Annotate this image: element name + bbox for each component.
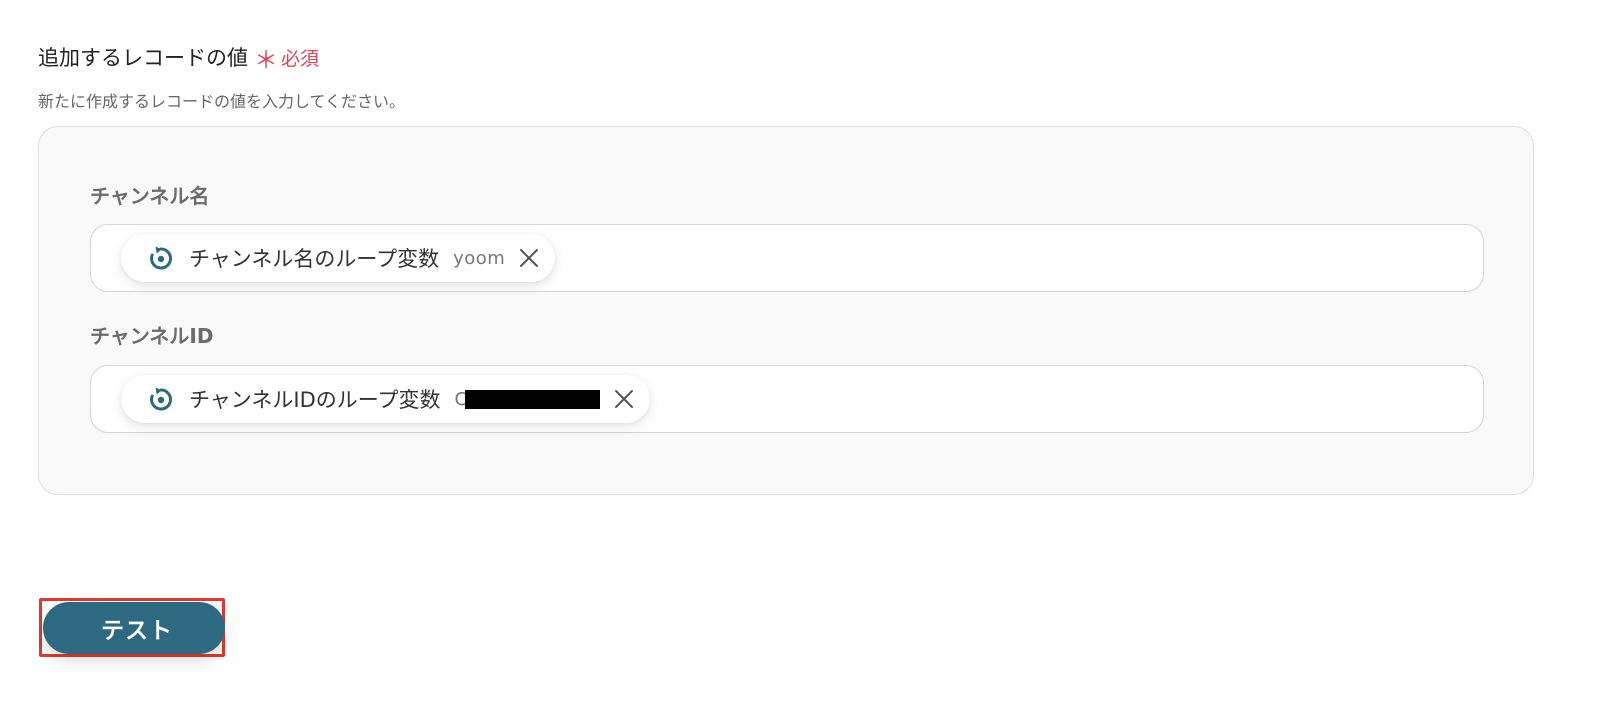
chip-label: チャンネル名のループ変数 (189, 247, 440, 271)
chip-value: yoom (453, 247, 506, 269)
loop-icon (147, 385, 175, 413)
variable-chip-channel-name[interactable]: チャンネル名のループ変数 yoom (121, 234, 556, 282)
channel-name-input[interactable]: チャンネル名のループ変数 yoom (90, 224, 1484, 292)
redaction-block (464, 389, 600, 409)
required-asterisk: ＊ (254, 46, 278, 74)
channel-id-input[interactable]: チャンネルIDのループ変数 C (90, 365, 1484, 433)
fields-panel: チャンネル名 チャンネル名のループ変数 yoom チャンネルID チャンネルID… (38, 126, 1534, 495)
section-description: 新たに作成するレコードの値を入力してください。 (38, 92, 406, 111)
close-icon[interactable] (612, 387, 636, 411)
test-button[interactable]: テスト (43, 602, 225, 654)
test-button-highlight: テスト (39, 598, 225, 657)
variable-chip-channel-id[interactable]: チャンネルIDのループ変数 C (121, 375, 650, 423)
loop-icon (147, 244, 175, 272)
section-title: 追加するレコードの値 (38, 46, 248, 70)
chip-label: チャンネルIDのループ変数 (189, 388, 441, 412)
required-badge: ＊ 必須 (254, 44, 320, 74)
required-label: 必須 (281, 47, 320, 70)
section-header: 追加するレコードの値 ＊ 必須 (38, 42, 319, 72)
close-icon[interactable] (517, 246, 541, 270)
field-label-channel-name: チャンネル名 (90, 184, 210, 208)
chip-value: C (454, 389, 600, 410)
field-label-channel-id: チャンネルID (90, 324, 214, 348)
